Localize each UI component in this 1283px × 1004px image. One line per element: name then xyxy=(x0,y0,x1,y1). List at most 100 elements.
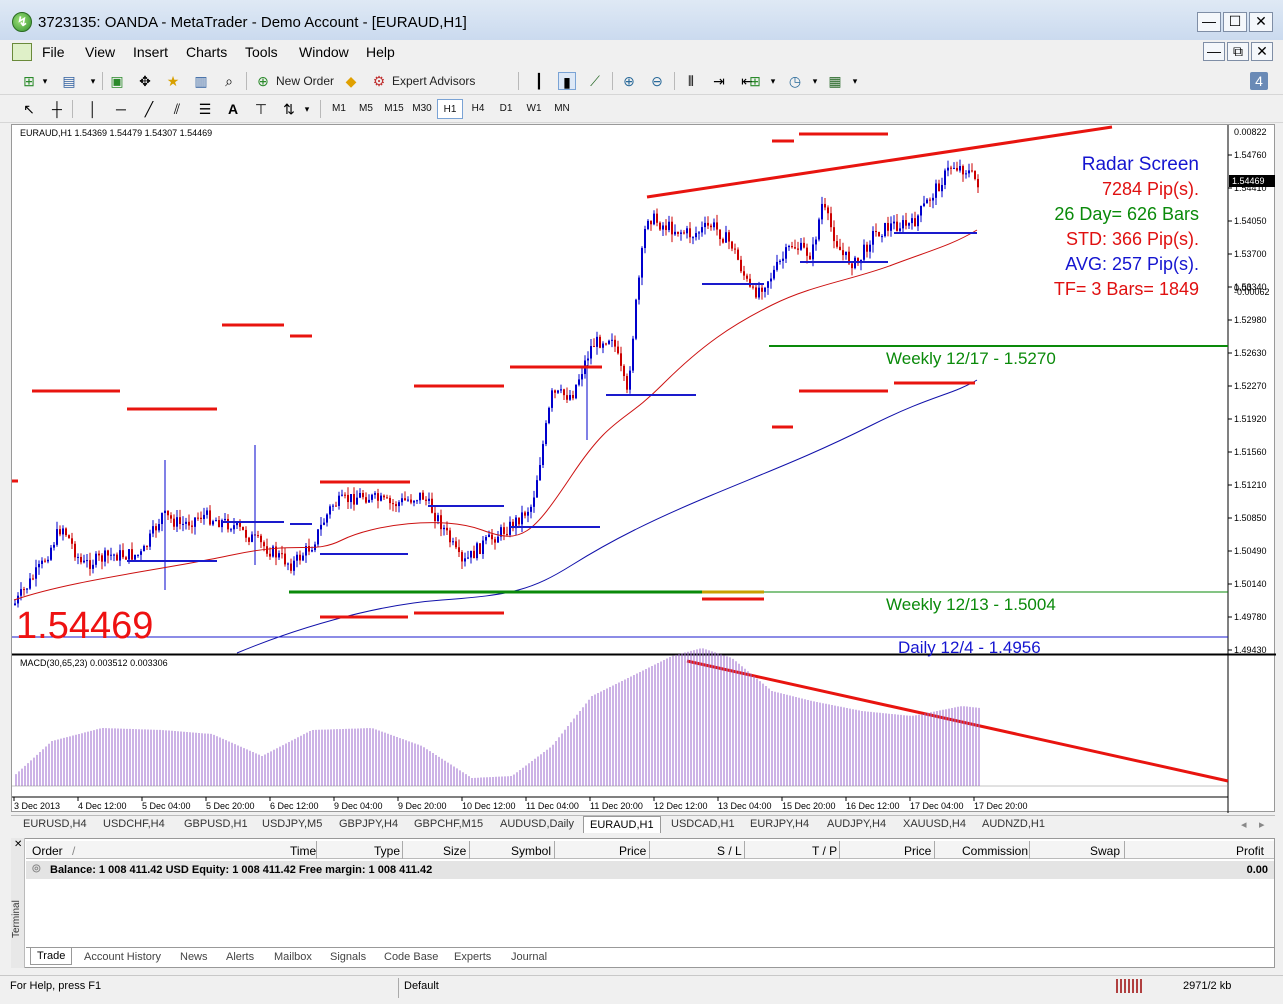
tab-experts[interactable]: Experts xyxy=(454,951,491,963)
tab-journal[interactable]: Journal xyxy=(511,951,547,963)
dropdown-arrow-icon[interactable]: ▾ xyxy=(298,100,316,118)
dropdown-arrow-icon[interactable]: ▾ xyxy=(84,72,102,90)
tab-mailbox[interactable]: Mailbox xyxy=(274,951,312,963)
symbol-tab[interactable]: GBPUSD,H1 xyxy=(184,818,248,830)
col-sl[interactable]: S / L xyxy=(717,844,742,858)
expert-advisors-button[interactable]: Expert Advisors xyxy=(392,71,475,91)
menu-window[interactable]: Window xyxy=(299,44,349,60)
col-tp[interactable]: T / P xyxy=(812,844,837,858)
col-price-2[interactable]: Price xyxy=(904,844,931,858)
col-type[interactable]: Type xyxy=(374,844,400,858)
menu-help[interactable]: Help xyxy=(366,44,395,60)
symbol-tab[interactable]: XAUUSD,H4 xyxy=(903,818,966,830)
tab-scroll-left-icon[interactable]: ◂ xyxy=(1241,818,1247,831)
bar-chart-icon[interactable]: ┃ xyxy=(530,72,548,90)
arrows-icon[interactable]: ⇅ xyxy=(280,100,298,118)
price-chart[interactable]: 1.547601.544101.540501.537001.533401.529… xyxy=(12,125,1276,813)
symbol-tab[interactable]: GBPJPY,H4 xyxy=(339,818,398,830)
tab-alerts[interactable]: Alerts xyxy=(226,951,254,963)
symbol-tab[interactable]: AUDUSD,Daily xyxy=(500,818,574,830)
trendline-icon[interactable]: ╱ xyxy=(140,100,158,118)
market-watch-icon[interactable]: ▣ xyxy=(108,72,126,90)
new-order-icon[interactable]: ⊕ xyxy=(254,72,272,90)
tab-account-history[interactable]: Account History xyxy=(84,951,161,963)
indicators-icon[interactable]: ⊞ xyxy=(746,72,764,90)
vertical-line-icon[interactable]: │ xyxy=(84,100,102,118)
menu-tools[interactable]: Tools xyxy=(245,44,278,60)
col-commission[interactable]: Commission xyxy=(962,844,1028,858)
fibonacci-icon[interactable]: ☰ xyxy=(196,100,214,118)
auto-scroll-icon[interactable]: ⇥ xyxy=(710,72,728,90)
text-tool[interactable]: A xyxy=(224,100,242,118)
templates-icon[interactable]: ▦ xyxy=(826,72,844,90)
timeframe-m1[interactable]: M1 xyxy=(326,99,352,119)
col-symbol[interactable]: Symbol xyxy=(511,844,551,858)
timeframe-h4[interactable]: H4 xyxy=(465,99,491,119)
tab-trade[interactable]: Trade xyxy=(30,948,73,965)
tab-signals[interactable]: Signals xyxy=(330,951,366,963)
expert-advisors-icon[interactable]: ⚙ xyxy=(370,72,388,90)
tab-news[interactable]: News xyxy=(180,951,208,963)
terminal-close-icon[interactable]: ✕ xyxy=(14,839,22,850)
metaeditor-icon[interactable]: ◆ xyxy=(342,72,360,90)
timeframe-d1[interactable]: D1 xyxy=(493,99,519,119)
tab-scroll-right-icon[interactable]: ▸ xyxy=(1259,818,1265,831)
cursor-icon[interactable]: ↖ xyxy=(20,100,38,118)
timeframe-w1[interactable]: W1 xyxy=(521,99,547,119)
menu-insert[interactable]: Insert xyxy=(133,44,168,60)
menu-view[interactable]: View xyxy=(85,44,115,60)
menu-file[interactable]: File xyxy=(42,44,65,60)
child-minimize-button[interactable]: — xyxy=(1203,42,1225,61)
menu-charts[interactable]: Charts xyxy=(186,44,227,60)
balance-row[interactable]: ◎ Balance: 1 008 411.42 USD Equity: 1 00… xyxy=(26,861,1274,879)
horizontal-line-icon[interactable]: ─ xyxy=(112,100,130,118)
symbol-tab[interactable]: EURJPY,H4 xyxy=(750,818,809,830)
dropdown-arrow-icon[interactable]: ▾ xyxy=(36,72,54,90)
zoom-in-icon[interactable]: ⊕ xyxy=(620,72,638,90)
text-label-icon[interactable]: ⊤ xyxy=(252,100,270,118)
col-price[interactable]: Price xyxy=(619,844,646,858)
terminal-icon[interactable]: ▥ xyxy=(192,72,210,90)
chart-window[interactable]: 1.54760 1.54410 1.54050 1.53700 1.53340 1.529… xyxy=(11,124,1276,813)
tile-windows-icon[interactable]: ⫴ xyxy=(682,72,700,90)
dropdown-arrow-icon[interactable]: ▾ xyxy=(764,72,782,90)
col-order[interactable]: Order xyxy=(32,844,63,858)
symbol-tab-active[interactable]: EURAUD,H1 xyxy=(583,816,661,833)
timeframe-mn[interactable]: MN xyxy=(549,99,575,119)
strategy-tester-icon[interactable]: ⌕ xyxy=(220,72,238,90)
symbol-tab[interactable]: GBPCHF,M15 xyxy=(414,818,483,830)
notifications-icon[interactable]: 4 xyxy=(1250,72,1268,90)
profiles-icon[interactable]: ▤ xyxy=(60,72,78,90)
dropdown-arrow-icon[interactable]: ▾ xyxy=(846,72,864,90)
col-profit[interactable]: Profit xyxy=(1236,844,1264,858)
col-size[interactable]: Size xyxy=(443,844,466,858)
crosshair-icon[interactable]: ┼ xyxy=(48,100,66,118)
col-time[interactable]: Time xyxy=(290,844,316,858)
timeframe-m5[interactable]: M5 xyxy=(353,99,379,119)
minimize-button[interactable]: — xyxy=(1197,12,1221,32)
dropdown-arrow-icon[interactable]: ▾ xyxy=(806,72,824,90)
close-button[interactable]: ✕ xyxy=(1249,12,1273,32)
line-chart-icon[interactable]: ⟋ xyxy=(586,72,604,90)
symbol-tab[interactable]: AUDJPY,H4 xyxy=(827,818,886,830)
symbol-tab[interactable]: AUDNZD,H1 xyxy=(982,818,1045,830)
symbol-tab[interactable]: USDCHF,H4 xyxy=(103,818,165,830)
timeframe-m15[interactable]: M15 xyxy=(381,99,407,119)
navigator-icon[interactable]: ★ xyxy=(164,72,182,90)
child-close-button[interactable]: ✕ xyxy=(1251,42,1273,61)
symbol-tab[interactable]: USDJPY,M5 xyxy=(262,818,322,830)
data-window-icon[interactable]: ✥ xyxy=(136,72,154,90)
candlestick-icon[interactable]: ▮ xyxy=(558,72,576,90)
new-order-button[interactable]: New Order xyxy=(276,71,334,91)
zoom-out-icon[interactable]: ⊖ xyxy=(648,72,666,90)
symbol-tab[interactable]: USDCAD,H1 xyxy=(671,818,735,830)
col-swap[interactable]: Swap xyxy=(1090,844,1120,858)
channel-icon[interactable]: ⫽ xyxy=(168,100,186,118)
timeframe-m30[interactable]: M30 xyxy=(409,99,435,119)
timeframe-h1[interactable]: H1 xyxy=(437,99,463,119)
tab-code-base[interactable]: Code Base xyxy=(384,951,438,963)
periods-icon[interactable]: ◷ xyxy=(786,72,804,90)
chart-window-icon[interactable] xyxy=(12,43,32,61)
maximize-button[interactable]: ☐ xyxy=(1223,12,1247,32)
symbol-tab[interactable]: EURUSD,H4 xyxy=(23,818,87,830)
